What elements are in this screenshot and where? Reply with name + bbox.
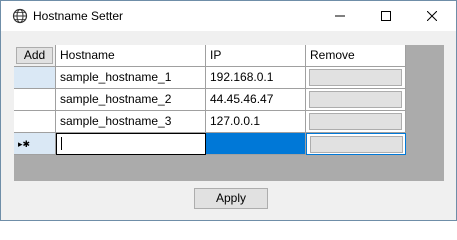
row-header[interactable] — [14, 67, 56, 89]
title-bar[interactable]: Hostname Setter — [1, 1, 456, 31]
ip-edit-cell[interactable] — [206, 133, 306, 155]
close-icon — [427, 11, 437, 21]
ip-cell[interactable]: 192.168.0.1 — [206, 67, 306, 89]
add-button[interactable]: Add — [16, 47, 53, 64]
row-header[interactable] — [14, 111, 56, 133]
new-row-marker: ▸✱ — [18, 139, 31, 149]
remove-button[interactable] — [309, 113, 402, 130]
apply-button[interactable]: Apply — [194, 188, 268, 209]
close-button[interactable] — [409, 1, 455, 31]
window-title: Hostname Setter — [33, 9, 124, 23]
client-area: Add Hostname IP Remove sample_hostname_1… — [1, 32, 456, 220]
table-row[interactable]: sample_hostname_2 44.45.46.47 — [14, 89, 406, 111]
table-row[interactable]: sample_hostname_3 127.0.0.1 — [14, 111, 406, 133]
ip-cell[interactable]: 127.0.0.1 — [206, 111, 306, 133]
remove-cell — [306, 133, 406, 155]
column-header-ip[interactable]: IP — [206, 45, 306, 67]
ip-cell[interactable]: 44.45.46.47 — [206, 89, 306, 111]
hostname-edit-cell[interactable] — [56, 133, 206, 155]
row-header[interactable] — [14, 89, 56, 111]
new-row[interactable]: ▸✱ — [14, 133, 406, 155]
column-header-hostname[interactable]: Hostname — [56, 45, 206, 67]
minimize-icon — [335, 15, 345, 17]
hostname-cell[interactable]: sample_hostname_1 — [56, 67, 206, 89]
hosts-grid[interactable]: Add Hostname IP Remove sample_hostname_1… — [14, 45, 444, 181]
hostname-cell[interactable]: sample_hostname_2 — [56, 89, 206, 111]
new-row-header[interactable]: ▸✱ — [14, 133, 56, 155]
column-header-remove[interactable]: Remove — [306, 45, 406, 67]
remove-cell — [306, 89, 406, 111]
remove-cell — [306, 111, 406, 133]
table-row[interactable]: sample_hostname_1 192.168.0.1 — [14, 67, 406, 89]
maximize-icon — [381, 11, 391, 21]
remove-button[interactable] — [309, 69, 402, 86]
grid-header-row: Add Hostname IP Remove — [14, 45, 406, 67]
minimize-button[interactable] — [317, 1, 363, 31]
hostname-cell[interactable]: sample_hostname_3 — [56, 111, 206, 133]
remove-button[interactable] — [309, 91, 402, 108]
globe-app-icon — [12, 8, 28, 24]
remove-button[interactable] — [310, 136, 403, 153]
app-window: Hostname Setter Add Hostname IP Remove s… — [0, 0, 457, 221]
grid-corner: Add — [14, 45, 56, 67]
text-caret — [61, 137, 62, 151]
maximize-button[interactable] — [363, 1, 409, 31]
remove-cell — [306, 67, 406, 89]
